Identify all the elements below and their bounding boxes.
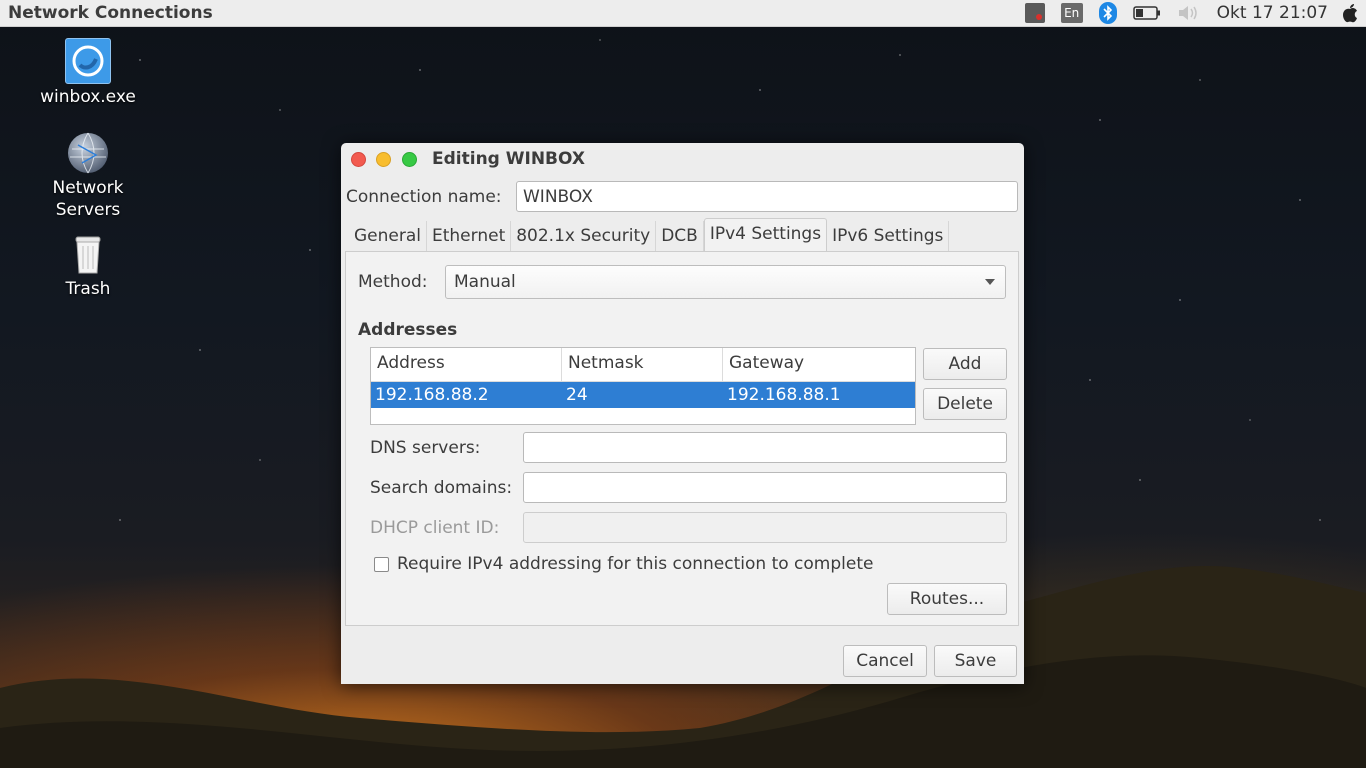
maximize-window-button[interactable] [402,152,417,167]
cell-gateway[interactable]: 192.168.88.1 [723,382,915,408]
app-title: Network Connections [8,3,213,23]
addresses-table-header: Address Netmask Gateway [371,348,915,382]
minimize-window-button[interactable] [376,152,391,167]
require-ipv4-checkbox[interactable] [374,556,389,572]
top-panel: Network Connections En Okt 17 21:07 [0,0,1366,27]
system-tray: En Okt 17 21:07 [1017,0,1366,27]
tab-802-1x-security[interactable]: 802.1x Security [511,221,657,251]
addresses-table[interactable]: Address Netmask Gateway 192.168.88.2 24 … [370,347,916,425]
connection-name-row: Connection name: [346,181,1018,212]
bluetooth-icon [1098,2,1117,24]
editing-connection-dialog: Editing WINBOX Connection name: General … [341,143,1024,684]
add-address-button[interactable]: Add [923,348,1007,380]
dns-servers-row: DNS servers: [370,432,1007,463]
require-ipv4-row[interactable]: Require IPv4 addressing for this connect… [374,554,873,574]
table-row[interactable]: 192.168.88.2 24 192.168.88.1 [371,382,915,408]
method-value: Manual [454,272,516,292]
column-header-netmask[interactable]: Netmask [562,348,723,381]
connection-name-input[interactable] [516,181,1018,212]
tab-ipv4-settings[interactable]: IPv4 Settings [703,218,828,253]
dhcp-client-id-row: DHCP client ID: [370,512,1007,543]
dhcp-client-id-label: DHCP client ID: [370,517,500,538]
network-icon [1024,3,1045,23]
tab-dcb[interactable]: DCB [656,221,704,251]
desktop-icon-trash[interactable]: Trash [28,232,148,300]
dialog-title: Editing WINBOX [432,149,585,169]
apple-icon [1343,3,1357,22]
desktop-icon-label: Trash [65,279,111,299]
method-row: Method: Manual [358,265,1006,299]
method-dropdown[interactable]: Manual [445,265,1006,299]
network-indicator[interactable] [1017,0,1053,27]
connection-name-label: Connection name: [346,186,502,207]
cell-netmask[interactable]: 24 [562,382,723,408]
globe-icon [66,131,110,175]
winbox-icon [65,38,111,84]
desktop-icon-network-servers[interactable]: Network Servers [28,131,148,221]
require-ipv4-label[interactable]: Require IPv4 addressing for this connect… [397,554,873,574]
close-window-button[interactable] [351,152,366,167]
addresses-title: Addresses [358,320,458,340]
tab-general[interactable]: General [349,221,427,251]
dialog-titlebar[interactable]: Editing WINBOX [341,143,1024,177]
keyboard-indicator[interactable]: En [1053,0,1091,27]
cell-address[interactable]: 192.168.88.2 [371,382,562,408]
save-button[interactable]: Save [934,645,1017,677]
search-domains-input[interactable] [523,472,1007,503]
clock[interactable]: Okt 17 21:07 [1207,3,1342,23]
tab-ipv6-settings[interactable]: IPv6 Settings [827,221,950,251]
tab-ethernet[interactable]: Ethernet [427,221,512,251]
keyboard-layout-icon: En [1060,3,1083,23]
routes-button[interactable]: Routes... [887,583,1007,615]
trash-icon [66,232,110,276]
dns-servers-label: DNS servers: [370,437,481,458]
column-header-gateway[interactable]: Gateway [723,348,915,381]
search-domains-label: Search domains: [370,477,513,498]
battery-icon [1132,6,1160,20]
desktop-icon-label: winbox.exe [40,87,136,107]
chevron-down-icon [985,279,995,285]
desktop-icon-winbox[interactable]: winbox.exe [28,38,148,108]
search-domains-row: Search domains: [370,472,1007,503]
method-label: Method: [358,272,428,292]
dns-servers-input[interactable] [523,432,1007,463]
bluetooth-indicator[interactable] [1091,0,1125,27]
sound-indicator[interactable] [1169,0,1207,27]
column-header-address[interactable]: Address [371,348,562,381]
battery-indicator[interactable] [1125,0,1169,27]
dhcp-client-id-input [523,512,1007,543]
desktop-icon-label: Network Servers [52,178,124,220]
speaker-icon [1178,6,1197,20]
session-menu[interactable] [1342,0,1366,27]
ipv4-settings-panel: Method: Manual Addresses Address Netmask… [345,251,1019,626]
delete-address-button[interactable]: Delete [923,388,1007,420]
cancel-button[interactable]: Cancel [843,645,927,677]
settings-tabs: General Ethernet 802.1x Security DCB IPv… [349,218,950,253]
